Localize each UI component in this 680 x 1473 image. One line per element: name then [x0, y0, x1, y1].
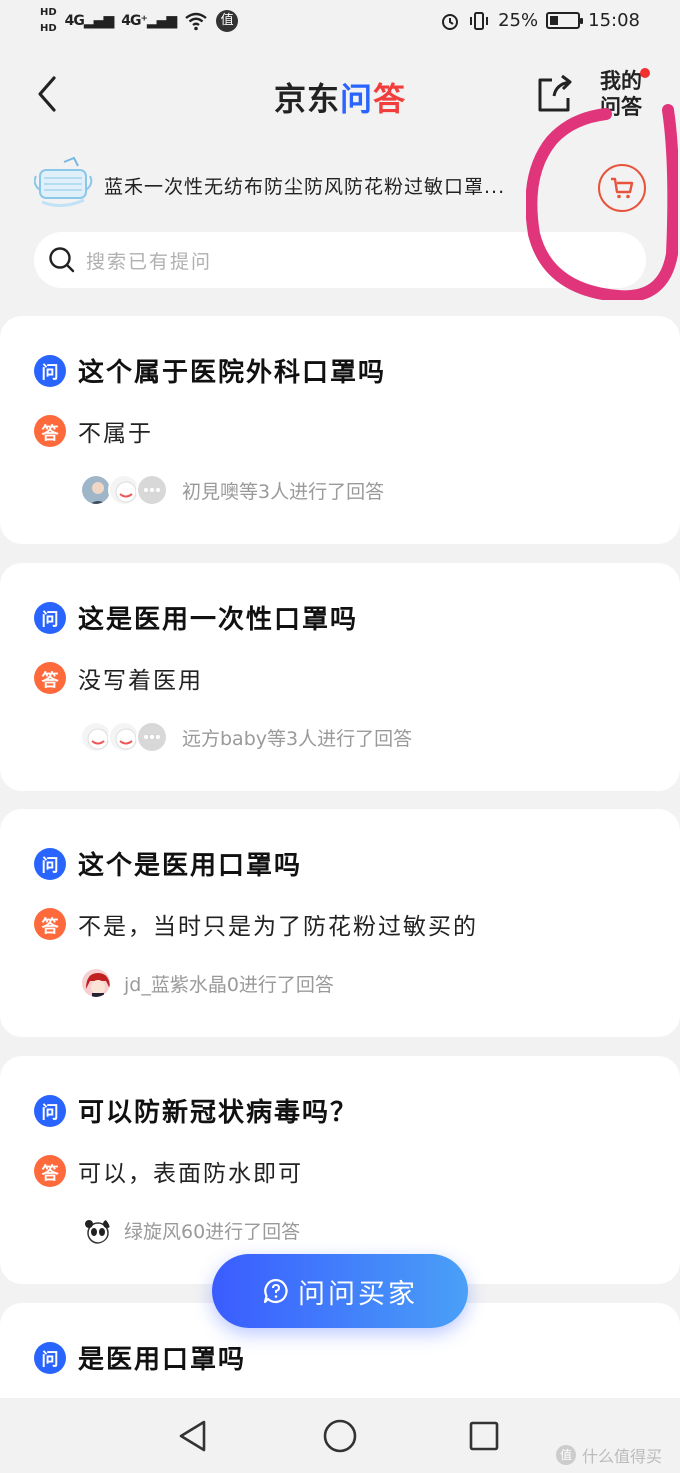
system-nav-bar: 值 什么值得买 — [0, 1398, 680, 1473]
ask-buyers-label: 问问买家 — [298, 1278, 418, 1310]
logo-text-wen: 问 — [339, 80, 373, 118]
question-badge: 问 — [34, 847, 66, 880]
question-text: 这个是医用口罩吗 — [78, 851, 303, 881]
question-badge: 问 — [34, 1094, 66, 1127]
user-avatar — [80, 1214, 112, 1246]
my-qa-label: 我的问答 — [600, 69, 642, 116]
search-placeholder: 搜索已有提问 — [86, 251, 213, 273]
responders-text: 绿旋风60进行了回答 — [124, 1220, 301, 1243]
answer-row: 答 不是，当时只是为了防花粉过敏买的 — [34, 907, 478, 941]
answer-text: 不属于 — [78, 421, 153, 447]
alarm-icon — [442, 13, 459, 30]
logo-text-jd: 京东 — [273, 80, 340, 118]
nav-back-icon[interactable] — [176, 1418, 210, 1454]
notification-dot — [640, 68, 650, 78]
answer-badge: 答 — [34, 415, 66, 447]
question-row: 问 这个是医用口罩吗 — [34, 845, 302, 882]
more-avatars-icon — [136, 474, 168, 506]
question-text: 可以防新冠状病毒吗？ — [78, 1098, 359, 1128]
app-header: 京东问答 我的问答 — [0, 48, 680, 140]
watermark-text: 什么值得买 — [581, 1447, 662, 1466]
status-left: HD HD 4G▂▄▆ 4G⁺▂▄▆ 值 — [40, 6, 239, 36]
answer-row: 答 可以，表面防水即可 — [34, 1154, 303, 1188]
answer-text: 不是，当时只是为了防花粉过敏买的 — [78, 914, 478, 940]
chat-question-icon — [263, 1278, 288, 1304]
product-title[interactable]: 蓝禾一次性无纺布防尘防风防花粉过敏口罩... — [104, 172, 564, 199]
question-text: 是医用口罩吗 — [78, 1345, 247, 1375]
jd-qa-logo: 京东问答 — [0, 74, 680, 120]
answer-text: 可以，表面防水即可 — [78, 1161, 303, 1187]
responders-row: jd_蓝紫水晶0进行了回答 — [80, 967, 334, 999]
signal2-icon: 4G⁺▂▄▆ — [121, 13, 177, 29]
answer-text: 没写着医用 — [78, 668, 203, 694]
wifi-icon — [185, 12, 207, 31]
value-app-icon: 值 — [216, 10, 239, 32]
responders-row: 远方baby等3人进行了回答 — [80, 721, 412, 753]
question-row: 问 可以防新冠状病毒吗？ — [34, 1092, 358, 1129]
user-avatar — [80, 967, 112, 999]
qa-card[interactable]: 问 这是医用一次性口罩吗 答 没写着医用 远方baby等3人进行了回答 — [0, 563, 680, 791]
responders-text: 远方baby等3人进行了回答 — [182, 727, 413, 750]
product-bar: 蓝禾一次性无纺布防尘防风防花粉过敏口罩... 搜索已有提问 — [0, 140, 680, 310]
question-text: 这是医用一次性口罩吗 — [78, 605, 359, 635]
signal-icon: 4G▂▄▆ — [64, 13, 115, 29]
product-thumbnail[interactable] — [34, 156, 94, 212]
nav-home-icon[interactable] — [322, 1418, 358, 1454]
question-badge: 问 — [34, 601, 66, 634]
qa-card[interactable]: 问 这个是医用口罩吗 答 不是，当时只是为了防花粉过敏买的 jd_蓝紫水晶0进行… — [0, 809, 680, 1037]
more-avatars-icon — [136, 721, 168, 753]
vibrate-icon — [470, 11, 489, 30]
question-row: 问 这个属于医院外科口罩吗 — [34, 352, 386, 389]
hd2-label: HD — [40, 23, 57, 34]
nav-recents-icon[interactable] — [468, 1420, 500, 1452]
question-badge: 问 — [34, 1341, 66, 1374]
battery-percent: 25% — [498, 10, 539, 31]
answer-badge: 答 — [34, 662, 66, 694]
answer-badge: 答 — [34, 908, 66, 940]
answer-badge: 答 — [34, 1155, 66, 1187]
question-text: 这个属于医院外科口罩吗 — [78, 358, 387, 388]
hd-indicator: HD HD — [40, 6, 57, 36]
question-row: 问 这是医用一次性口罩吗 — [34, 599, 358, 636]
question-row: 问 是医用口罩吗 — [34, 1339, 246, 1376]
answer-row: 答 没写着医用 — [34, 661, 203, 695]
qa-card[interactable]: 问 可以防新冠状病毒吗？ 答 可以，表面防水即可 绿旋风60进行了回答 — [0, 1056, 680, 1284]
status-bar: HD HD 4G▂▄▆ 4G⁺▂▄▆ 值 25% 15:08 — [0, 0, 680, 48]
watermark-icon: 值 — [555, 1445, 576, 1465]
search-icon — [49, 247, 75, 273]
watermark: 值 什么值得买 — [555, 1443, 662, 1467]
my-qa-link[interactable]: 我的问答 — [600, 68, 656, 116]
responders-text: jd_蓝紫水晶0进行了回答 — [124, 973, 334, 996]
search-bar[interactable]: 搜索已有提问 — [34, 232, 646, 288]
responders-text: 初見噢等3人进行了回答 — [182, 480, 385, 503]
cart-button[interactable] — [598, 164, 646, 212]
ask-buyers-button[interactable]: 问问买家 — [212, 1254, 468, 1328]
responders-row: 绿旋风60进行了回答 — [80, 1214, 300, 1246]
battery-icon — [546, 12, 584, 29]
status-right: 25% 15:08 — [440, 10, 640, 31]
cart-icon — [611, 177, 634, 199]
network1-label: 4G — [64, 13, 85, 29]
answer-row: 答 不属于 — [34, 414, 153, 448]
qa-card[interactable]: 问 这个属于医院外科口罩吗 答 不属于 初見噢等3人进行了回答 — [0, 316, 680, 544]
network2-label: 4G⁺ — [121, 13, 148, 29]
responders-row: 初見噢等3人进行了回答 — [80, 474, 384, 506]
clock: 15:08 — [588, 10, 640, 31]
question-badge: 问 — [34, 354, 66, 387]
logo-text-da: 答 — [373, 80, 407, 118]
share-icon[interactable] — [532, 72, 576, 116]
hd1-label: HD — [40, 7, 57, 18]
